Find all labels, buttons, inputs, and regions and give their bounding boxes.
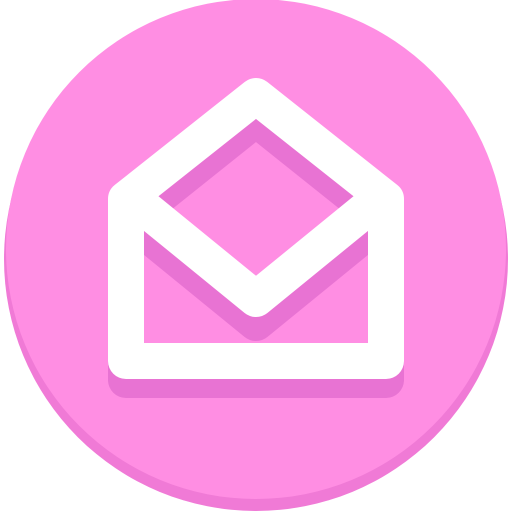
open-envelope-app-icon[interactable]: [0, 0, 512, 512]
circle-background: [6, 0, 506, 499]
open-envelope-icon: [4, 0, 508, 511]
